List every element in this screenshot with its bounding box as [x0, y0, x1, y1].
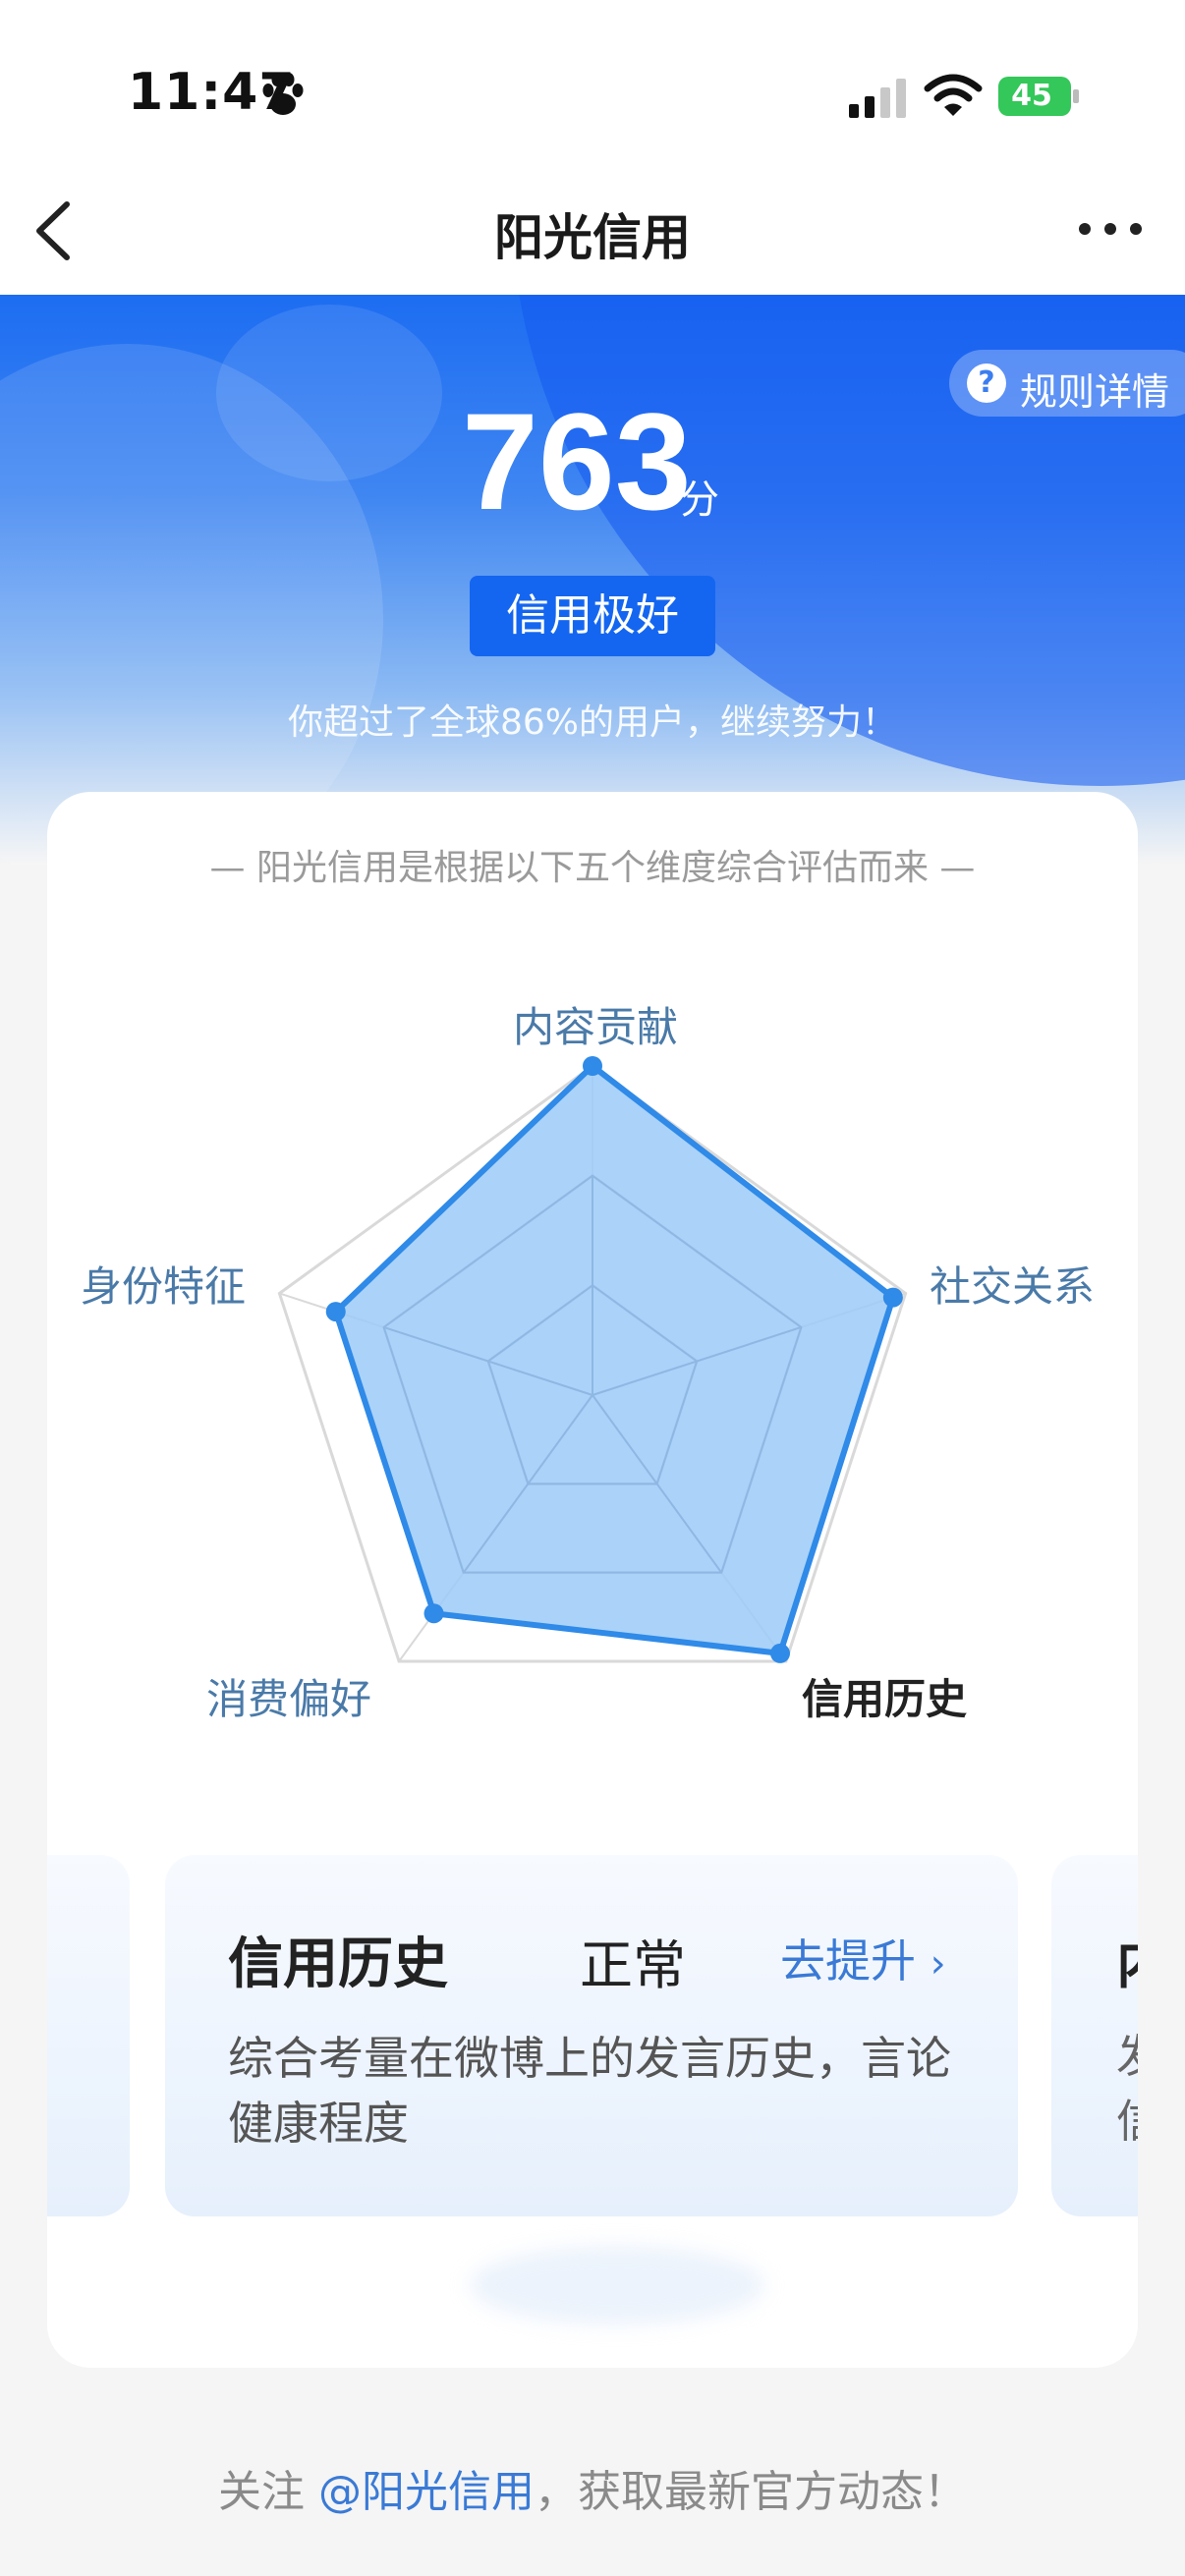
- dimensions-card: — 阳光信用是根据以下五个维度综合评估而来 — 内容贡献 社交关系 信用历史 消…: [47, 792, 1138, 2368]
- paw-icon: [262, 73, 304, 115]
- next-desc-line: 信: [1116, 2089, 1138, 2154]
- radar-data-area: [332, 1063, 896, 1656]
- more-options-icon[interactable]: [1071, 214, 1150, 244]
- rules-details-button[interactable]: ? 规则详情: [949, 350, 1185, 417]
- wifi-icon: [924, 74, 983, 116]
- battery-percentage: 45: [1011, 79, 1052, 113]
- status-bar: 11:47 45: [0, 0, 1185, 177]
- radar-point-4: [423, 1603, 444, 1624]
- cellular-signal-icon: [849, 79, 906, 118]
- nav-bar: 阳光信用: [0, 177, 1185, 295]
- radar-point-5: [325, 1302, 346, 1322]
- credit-score: 763: [462, 384, 692, 538]
- radar-label-credit-history[interactable]: 信用历史: [802, 1666, 967, 1726]
- footer-suffix: ，获取最新官方动态！: [535, 2467, 967, 2517]
- footer-prefix: 关注: [218, 2467, 318, 2517]
- percentile-text: 你超过了全球86%的用户，继续努力！: [287, 702, 898, 743]
- dimension-description: 综合考量在微博上的发言历史，言论健康程度: [228, 2032, 951, 2150]
- radar-label-content[interactable]: 内容贡献: [513, 994, 678, 1054]
- radar-point-3: [770, 1643, 791, 1663]
- official-account-link[interactable]: @阳光信用: [318, 2467, 535, 2517]
- chevron-right-icon: ›: [930, 1941, 946, 1987]
- radar-point-2: [882, 1287, 903, 1308]
- radar-point-1: [583, 1056, 602, 1076]
- footer-follow: 关注 @阳光信用，获取最新官方动态！: [0, 2456, 1185, 2519]
- score-hero: ? 规则详情 763 分 信用极好 你超过了全球86%的用户，继续努力！: [0, 295, 1185, 865]
- dimension-card-prev[interactable]: [47, 1855, 130, 2216]
- card-shadow: [470, 2246, 764, 2324]
- radar-label-social[interactable]: 社交关系: [930, 1254, 1095, 1314]
- dimension-card-next[interactable]: 内 发 信: [1051, 1855, 1138, 2216]
- radar-label-consumption[interactable]: 消费偏好: [206, 1666, 371, 1726]
- dimension-title: 信用历史: [228, 1932, 448, 1996]
- question-icon: ?: [967, 364, 1006, 403]
- dimension-card-credit-history[interactable]: 信用历史 正常 去提升 › 综合考量在微博上的发言历史，言论健康程度: [165, 1855, 1018, 2216]
- improve-link[interactable]: 去提升 ›: [780, 1926, 946, 1990]
- radar-label-identity[interactable]: 身份特征: [81, 1254, 246, 1314]
- dimension-title-next: 内: [1116, 1920, 1138, 1999]
- improve-link-label: 去提升: [780, 1934, 916, 1988]
- score-unit: 分: [680, 477, 719, 523]
- page-title: 阳光信用: [494, 209, 691, 266]
- hero-decoration: [216, 305, 442, 481]
- credit-level-badge: 信用极好: [470, 576, 715, 656]
- next-desc-line: 发: [1116, 2024, 1138, 2089]
- dimension-status: 正常: [580, 1934, 686, 1996]
- rules-details-label: 规则详情: [1020, 370, 1170, 414]
- dimension-description-next: 发 信: [1116, 2024, 1138, 2154]
